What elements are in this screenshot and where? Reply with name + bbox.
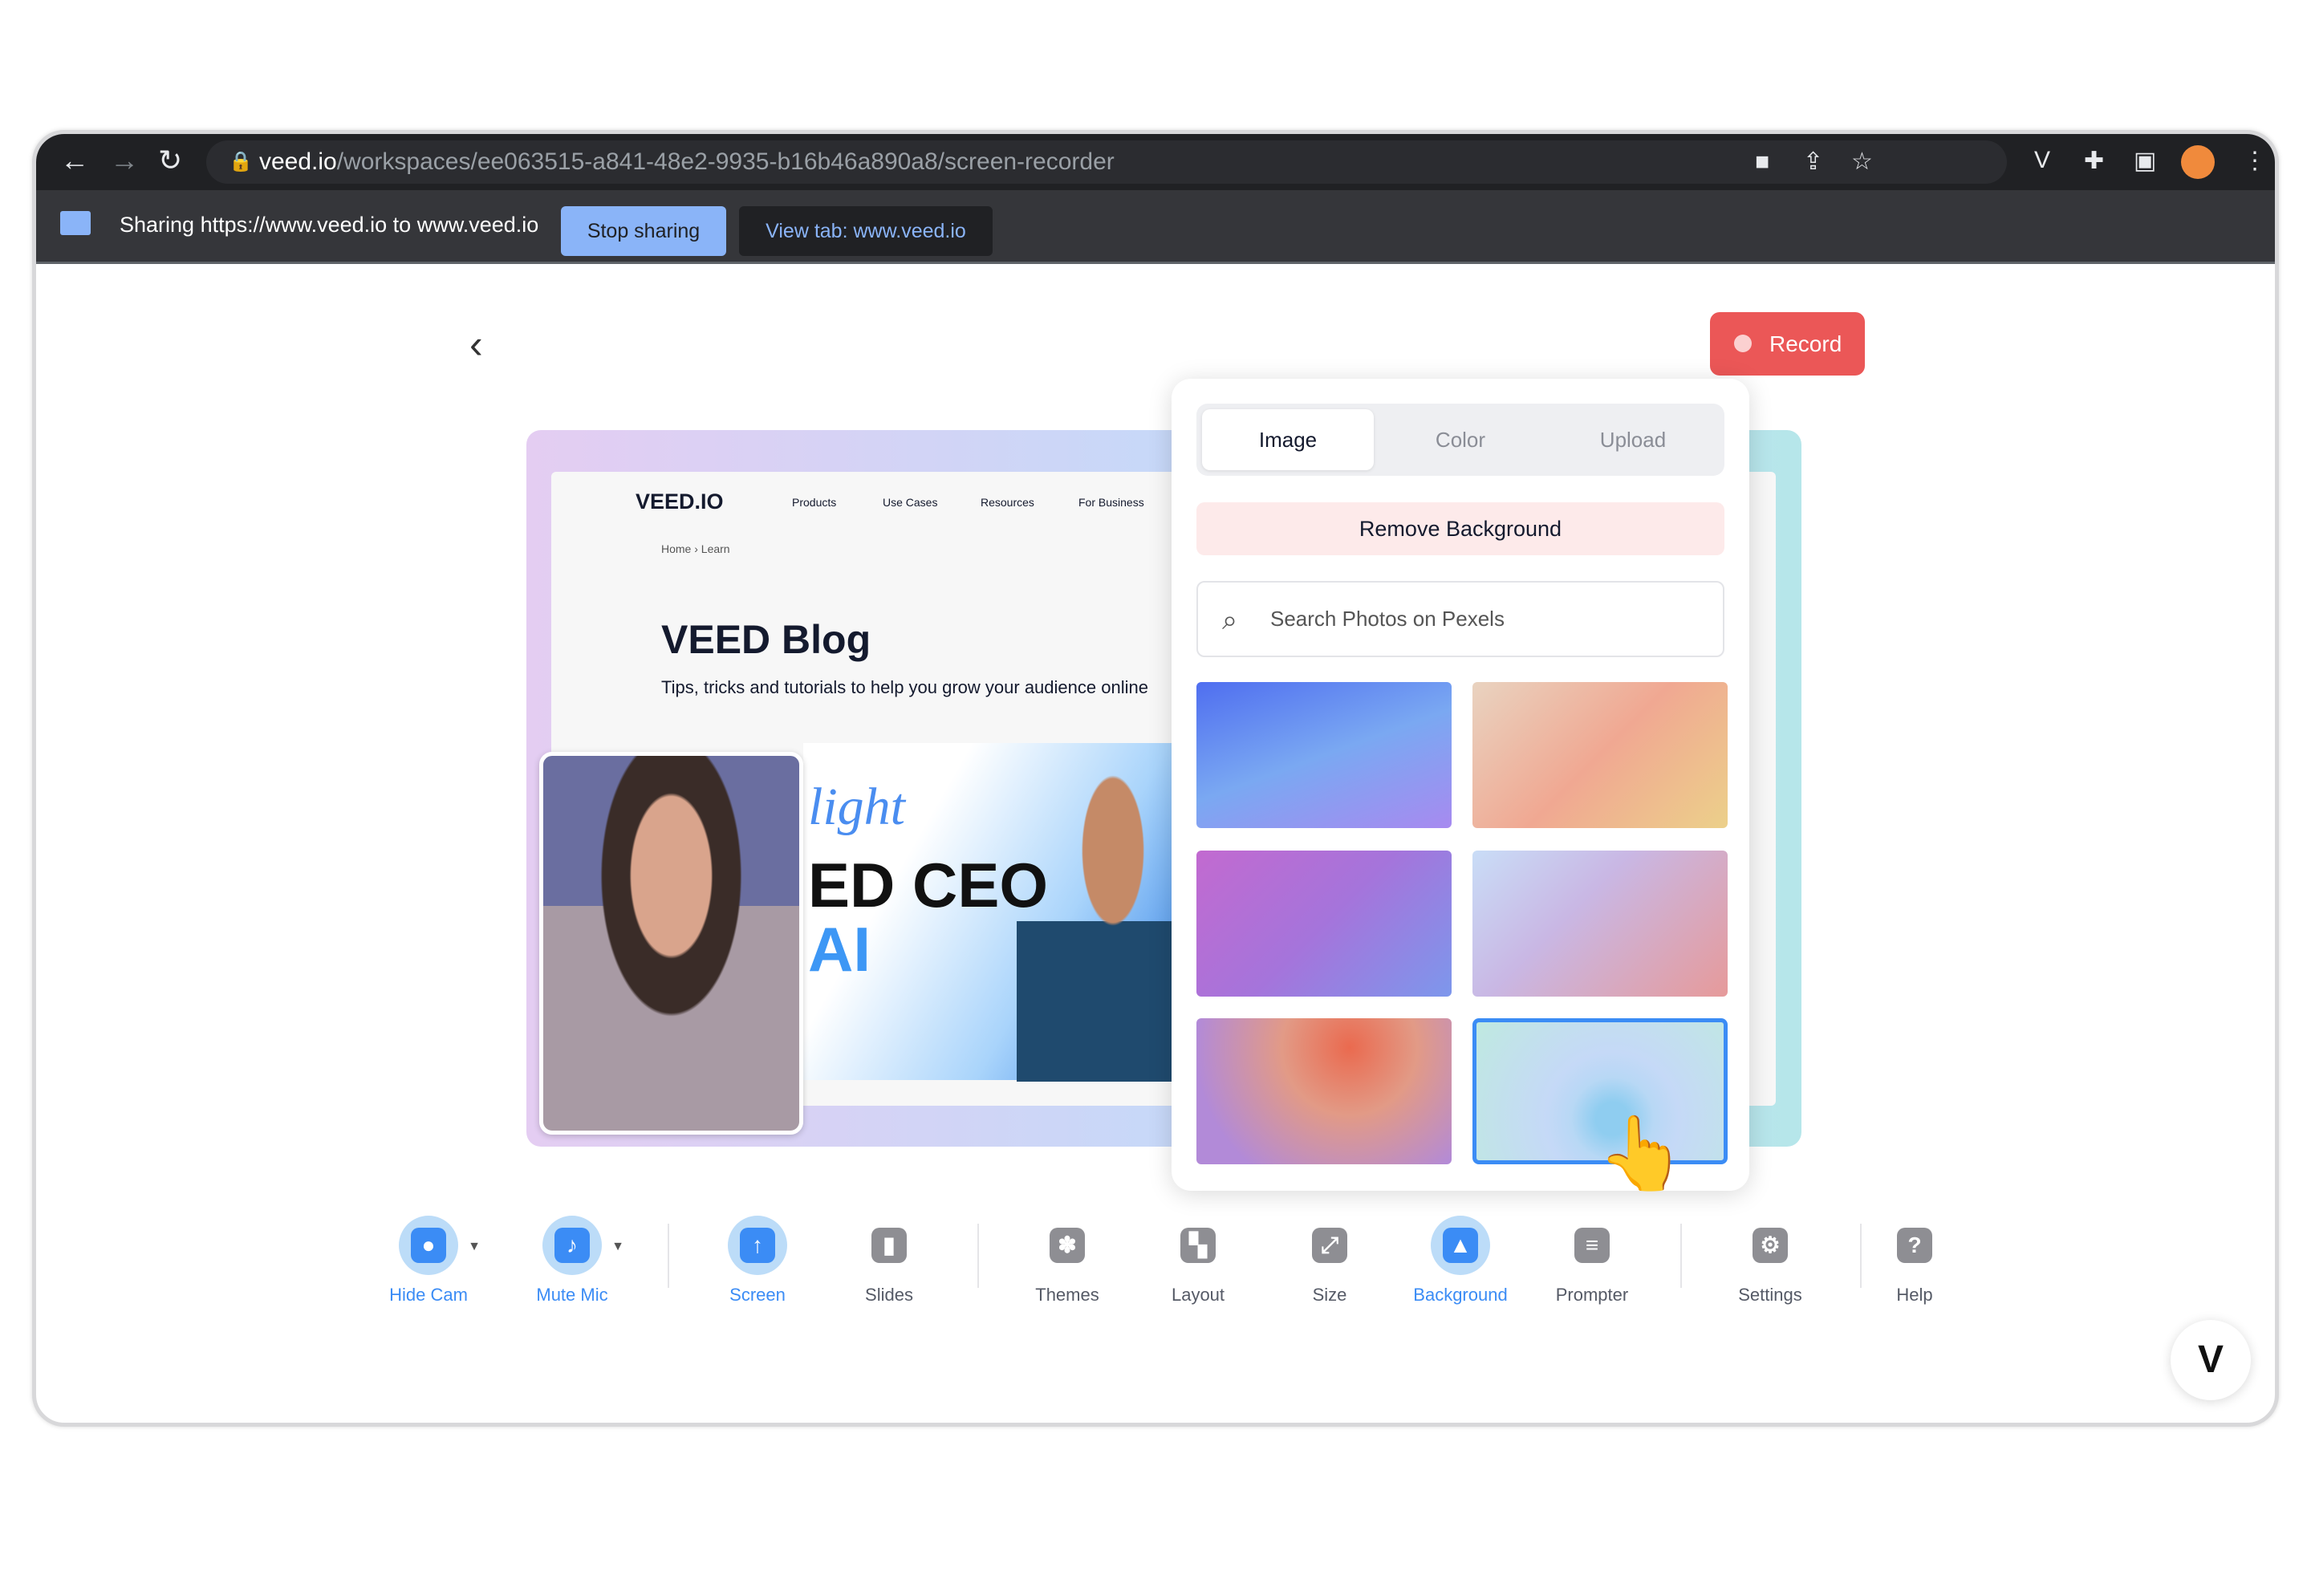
breadcrumb: Home › Learn bbox=[661, 542, 730, 555]
toolbar-layout-button[interactable]: ▚ Layout bbox=[1138, 1216, 1258, 1306]
layout-icon: ▚ bbox=[1168, 1216, 1228, 1275]
divider bbox=[1680, 1224, 1682, 1288]
toolbar-label: Layout bbox=[1171, 1285, 1225, 1305]
toolbar-slides-button[interactable]: ▮ Slides bbox=[829, 1216, 949, 1306]
toolbar-size-button[interactable]: ⤢ Size bbox=[1269, 1216, 1390, 1306]
forward-icon[interactable]: → bbox=[110, 144, 139, 177]
veed-chat-button[interactable]: V bbox=[2171, 1320, 2251, 1400]
banner-photo bbox=[1017, 761, 1177, 1082]
microphone-icon: ♪ bbox=[542, 1216, 602, 1275]
resize-icon: ⤢ bbox=[1300, 1216, 1359, 1275]
divider bbox=[977, 1224, 979, 1288]
tab-upload[interactable]: Upload bbox=[1547, 409, 1719, 470]
chevron-down-icon[interactable]: ▼ bbox=[611, 1240, 624, 1254]
veed-logo: VEED.IO bbox=[636, 489, 724, 514]
record-button[interactable]: Record bbox=[1710, 312, 1865, 376]
search-icon: ⌕ bbox=[1222, 605, 1238, 636]
address-bar[interactable]: 🔒 veed.io/workspaces/ee063515-a841-48e2-… bbox=[206, 140, 2007, 184]
toolbar-mute-mic-button[interactable]: ♪ ▼ Mute Mic bbox=[512, 1216, 632, 1306]
toolbar-label: Settings bbox=[1738, 1285, 1802, 1305]
chevron-down-icon[interactable]: ▼ bbox=[468, 1240, 481, 1254]
camera-icon[interactable]: ■ bbox=[1755, 140, 1769, 184]
menu-products: Products bbox=[792, 496, 837, 509]
banner-text: AI bbox=[808, 914, 871, 985]
toolbar-label: Size bbox=[1312, 1285, 1347, 1305]
screen-share-icon: ↑ bbox=[728, 1216, 787, 1275]
search-input[interactable] bbox=[1270, 583, 1712, 656]
palette-icon: ✽ bbox=[1038, 1216, 1097, 1275]
background-thumbnail[interactable] bbox=[1196, 851, 1452, 997]
view-tab-button[interactable]: View tab: www.veed.io bbox=[739, 206, 993, 256]
divider bbox=[1860, 1224, 1862, 1288]
divider bbox=[668, 1224, 669, 1288]
lock-icon: 🔒 bbox=[229, 151, 253, 173]
background-thumbnail[interactable] bbox=[1196, 1018, 1452, 1164]
toolbar-label: Background bbox=[1413, 1285, 1508, 1305]
sharing-bar: Sharing https://www.veed.io to www.veed.… bbox=[36, 190, 2275, 264]
search-box: ⌕ bbox=[1196, 581, 1724, 657]
back-chevron-icon[interactable]: ‹ bbox=[469, 321, 483, 368]
toolbar-label: Prompter bbox=[1555, 1285, 1629, 1305]
background-tabs: Image Color Upload bbox=[1196, 404, 1724, 476]
toolbar-label: Slides bbox=[865, 1285, 913, 1305]
background-thumbnail[interactable] bbox=[1472, 682, 1728, 828]
slides-icon: ▮ bbox=[859, 1216, 919, 1275]
toolbar-label: Help bbox=[1896, 1285, 1933, 1305]
menu-resources: Resources bbox=[981, 496, 1034, 509]
background-panel: Image Color Upload Remove Background ⌕ bbox=[1172, 379, 1749, 1191]
toolbar-hide-cam-button[interactable]: ● ▼ Hide Cam bbox=[368, 1216, 489, 1306]
star-icon[interactable]: ☆ bbox=[1851, 140, 1873, 184]
help-icon: ? bbox=[1885, 1216, 1944, 1275]
camera-icon: ● bbox=[399, 1216, 458, 1275]
blog-subtitle: Tips, tricks and tutorials to help you g… bbox=[661, 677, 1148, 697]
toolbar-settings-button[interactable]: ⚙ Settings bbox=[1710, 1216, 1830, 1306]
gear-icon: ⚙ bbox=[1740, 1216, 1800, 1275]
share-icon[interactable]: ⇪ bbox=[1803, 140, 1823, 184]
toolbar-help-button[interactable]: ? Help bbox=[1854, 1216, 1975, 1306]
hand-cursor-icon: 👆 bbox=[1597, 1114, 1688, 1194]
menu-icon[interactable]: ⋮ bbox=[2243, 147, 2267, 175]
menu-for-business: For Business bbox=[1078, 496, 1144, 509]
puzzle-icon[interactable]: ✚ bbox=[2084, 147, 2104, 175]
background-thumbnail[interactable] bbox=[1472, 851, 1728, 997]
profile-avatar[interactable] bbox=[2181, 145, 2215, 179]
reload-icon[interactable]: ↻ bbox=[158, 144, 182, 177]
remove-background-button[interactable]: Remove Background bbox=[1196, 502, 1724, 555]
blog-title: VEED Blog bbox=[661, 617, 871, 662]
tab-image[interactable]: Image bbox=[1202, 409, 1374, 470]
prompter-icon: ≡ bbox=[1562, 1216, 1622, 1275]
veed-extension-icon[interactable]: V bbox=[2034, 147, 2050, 174]
toolbar-label: Mute Mic bbox=[536, 1285, 608, 1305]
browser-toolbar: ← → ↻ 🔒 veed.io/workspaces/ee063515-a841… bbox=[36, 134, 2275, 190]
toolbar-screen-button[interactable]: ↑ Screen bbox=[697, 1216, 818, 1306]
webcam-overlay[interactable] bbox=[539, 752, 803, 1135]
stop-sharing-button[interactable]: Stop sharing bbox=[561, 206, 726, 256]
background-image-icon: ▲ bbox=[1431, 1216, 1490, 1275]
toolbar-label: Themes bbox=[1035, 1285, 1099, 1305]
tab-color[interactable]: Color bbox=[1375, 409, 1546, 470]
menu-use-cases: Use Cases bbox=[883, 496, 938, 509]
toolbar-label: Hide Cam bbox=[389, 1285, 468, 1305]
screen-share-icon bbox=[60, 211, 91, 235]
sidepanel-icon[interactable]: ▣ bbox=[2134, 147, 2156, 175]
toolbar-background-button[interactable]: ▲ Background bbox=[1400, 1216, 1521, 1306]
banner-text: light bbox=[808, 778, 906, 836]
toolbar-prompter-button[interactable]: ≡ Prompter bbox=[1532, 1216, 1652, 1306]
toolbar-label: Screen bbox=[729, 1285, 786, 1305]
banner-text: ED CEO bbox=[808, 850, 1049, 920]
background-thumbnail[interactable] bbox=[1196, 682, 1452, 828]
back-icon[interactable]: ← bbox=[60, 144, 89, 177]
toolbar-themes-button[interactable]: ✽ Themes bbox=[1007, 1216, 1127, 1306]
